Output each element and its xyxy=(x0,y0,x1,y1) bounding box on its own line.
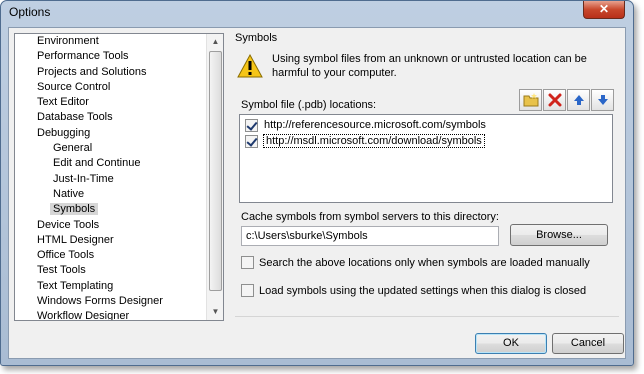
updated-settings-checkbox[interactable] xyxy=(241,284,254,297)
tree-item-label: Debugging xyxy=(37,126,91,139)
tree-item-label: Text Editor xyxy=(37,96,89,109)
new-folder-icon xyxy=(523,93,538,107)
tree-item-label: Edit and Continue xyxy=(53,157,141,170)
tree-item[interactable]: Source Control xyxy=(15,80,207,95)
location-row[interactable]: http://msdl.microsoft.com/download/symbo… xyxy=(245,133,485,149)
move-up-button[interactable] xyxy=(567,89,590,111)
tree-item-label: Environment xyxy=(37,35,99,47)
delete-button[interactable] xyxy=(543,89,566,111)
warning-icon xyxy=(237,54,263,78)
tree-item-label: Text Templating xyxy=(37,279,114,292)
location-url: http://msdl.microsoft.com/download/symbo… xyxy=(263,134,485,148)
tree-item-label: Database Tools xyxy=(37,111,113,124)
tree-item-label: HTML Designer xyxy=(37,233,114,246)
tree-item-label: Office Tools xyxy=(37,249,95,262)
tree-item[interactable]: General xyxy=(15,141,207,156)
location-checkbox[interactable] xyxy=(245,134,258,148)
footer-separator xyxy=(235,316,619,317)
tree-item[interactable]: Debugging xyxy=(15,126,207,141)
tree-item[interactable]: Environment xyxy=(15,34,207,49)
scroll-up-arrow-icon[interactable]: ▲ xyxy=(208,34,223,50)
tree-item[interactable]: Edit and Continue xyxy=(15,156,207,171)
tree-item-label: Symbols xyxy=(50,203,99,216)
locations-toolbar xyxy=(519,89,614,111)
browse-button[interactable]: Browse... xyxy=(510,224,608,246)
tree-item[interactable]: Just-In-Time xyxy=(15,172,207,187)
tree-item[interactable]: Symbols xyxy=(15,202,207,217)
tree-item[interactable]: Projects and Solutions xyxy=(15,65,207,80)
tree-item[interactable]: Office Tools xyxy=(15,248,207,263)
options-tree[interactable]: Environment Performance Tools Projects and… xyxy=(14,33,224,321)
tree-item-label: Projects and Solutions xyxy=(37,65,147,78)
symbol-locations-list[interactable]: http://referencesource.microsoft.com/sym… xyxy=(239,114,613,203)
cache-directory-label: Cache symbols from symbol servers to thi… xyxy=(241,211,499,223)
tree-item[interactable]: Text Templating xyxy=(15,279,207,294)
cache-directory-input[interactable] xyxy=(241,226,499,246)
tree-item[interactable]: Database Tools xyxy=(15,110,207,125)
options-window: Options ✕ Environment Performance Tools Pr… xyxy=(0,0,634,366)
move-down-button[interactable] xyxy=(591,89,614,111)
close-icon: ✕ xyxy=(598,2,610,16)
tree-item-label: Test Tools xyxy=(37,264,86,277)
manual-load-option[interactable]: Search the above locations only when sym… xyxy=(241,256,590,269)
tree-scrollbar[interactable]: ▲ ▼ xyxy=(206,34,223,320)
tree-item-label: General xyxy=(53,142,93,155)
location-checkbox[interactable] xyxy=(245,118,258,132)
tree-list: Environment Performance Tools Projects and… xyxy=(15,34,207,321)
title-bar[interactable]: Options ✕ xyxy=(1,1,633,23)
tree-item[interactable]: Device Tools xyxy=(15,218,207,233)
location-url: http://referencesource.microsoft.com/sym… xyxy=(264,119,486,131)
tree-item[interactable]: Test Tools xyxy=(15,263,207,278)
tree-item-label: Device Tools xyxy=(37,218,100,231)
move-down-icon xyxy=(597,95,608,105)
close-button[interactable]: ✕ xyxy=(583,1,625,19)
ok-button[interactable]: OK xyxy=(475,333,547,354)
warning-text: Using symbol files from an unknown or un… xyxy=(272,53,587,79)
tree-item-label: Workflow Designer xyxy=(37,310,130,321)
delete-icon xyxy=(548,93,561,107)
cancel-button[interactable]: Cancel xyxy=(552,333,624,354)
tree-item[interactable]: HTML Designer xyxy=(15,233,207,248)
section-title: Symbols xyxy=(235,32,278,44)
window-title: Options xyxy=(9,5,51,19)
pdb-locations-label: Symbol file (.pdb) locations: xyxy=(241,99,377,111)
cache-label-text: Cache symbols from symbol servers to thi… xyxy=(241,211,499,223)
tree-item-label: Just-In-Time xyxy=(53,172,114,185)
manual-load-label: Search the above locations only when sym… xyxy=(259,256,590,269)
tree-item-label: Windows Forms Designer xyxy=(37,295,163,308)
scroll-down-arrow-icon[interactable]: ▼ xyxy=(208,304,223,320)
tree-item[interactable]: Performance Tools xyxy=(15,49,207,64)
tree-item[interactable]: Native xyxy=(15,187,207,202)
tree-item-label: Source Control xyxy=(37,80,111,93)
tree-item-label: Native xyxy=(53,187,85,200)
location-row[interactable]: http://referencesource.microsoft.com/sym… xyxy=(245,117,486,133)
tree-item-label: Performance Tools xyxy=(37,50,129,63)
updated-settings-label: Load symbols using the updated settings … xyxy=(259,284,587,297)
tree-item[interactable]: Workflow Designer xyxy=(15,309,207,321)
updated-settings-option[interactable]: Load symbols using the updated settings … xyxy=(241,284,586,297)
tree-item[interactable]: Text Editor xyxy=(15,95,207,110)
move-up-icon xyxy=(573,95,584,105)
dialog-client-area: Environment Performance Tools Projects and… xyxy=(8,27,626,359)
scroll-thumb[interactable] xyxy=(209,51,222,291)
manual-load-checkbox[interactable] xyxy=(241,256,254,269)
tree-item[interactable]: Windows Forms Designer xyxy=(15,294,207,309)
new-folder-button[interactable] xyxy=(519,89,542,111)
